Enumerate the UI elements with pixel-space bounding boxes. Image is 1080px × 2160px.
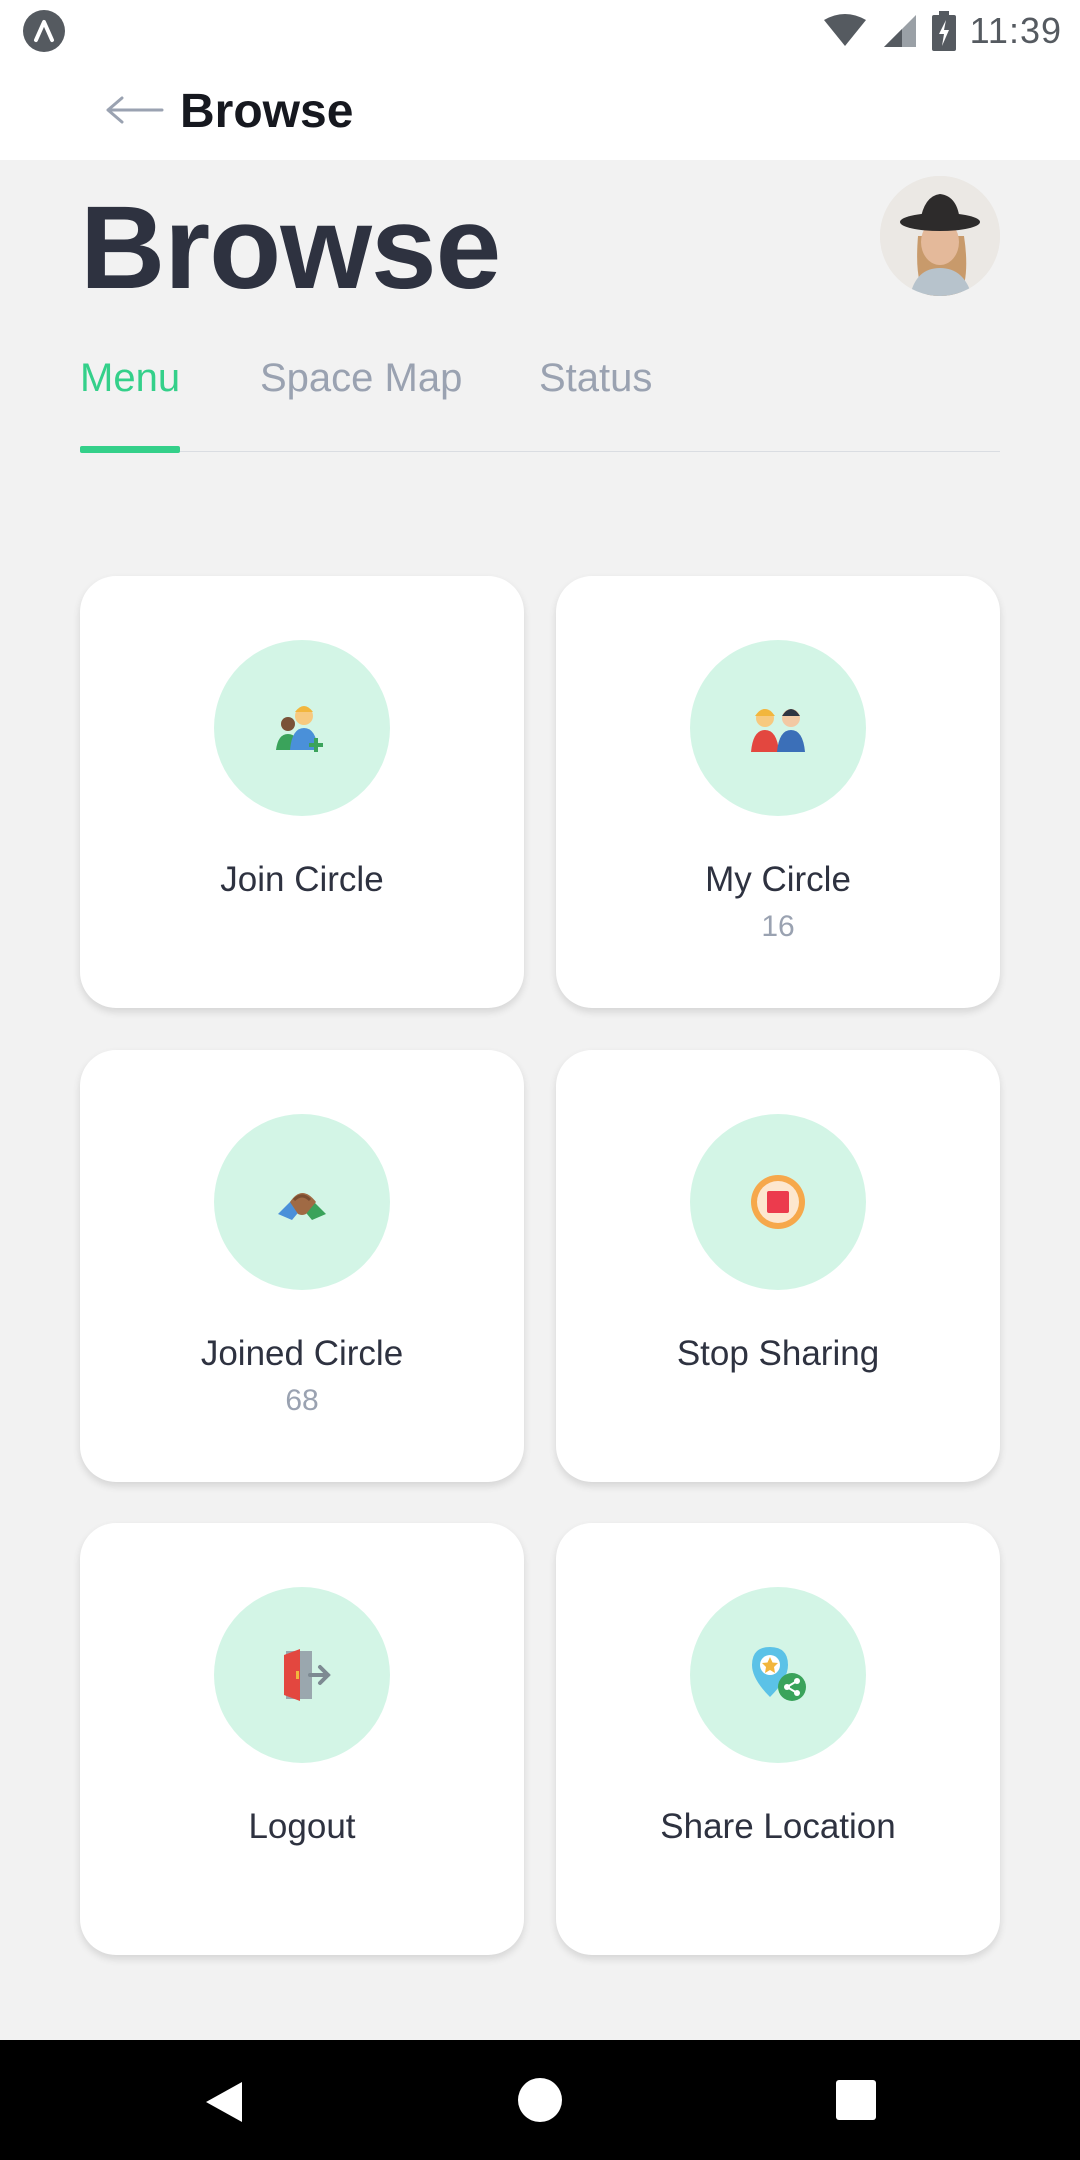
card-icon-circle <box>214 1114 390 1290</box>
clock: 11:39 <box>969 10 1062 51</box>
handshake-icon <box>278 1193 326 1220</box>
card-label: Share Location <box>660 1807 896 1846</box>
logout-door-icon <box>284 1649 331 1701</box>
nav-recents-icon[interactable] <box>836 2080 876 2120</box>
tab-status[interactable]: Status <box>539 356 652 401</box>
card-icon-circle <box>690 1114 866 1290</box>
arrow-left-icon <box>106 96 164 124</box>
card-label: Join Circle <box>220 860 384 899</box>
card-share-location[interactable]: Share Location <box>556 1523 1000 1955</box>
card-logout[interactable]: Logout <box>80 1523 524 1955</box>
app-bar-title: Browse <box>180 85 354 138</box>
tab-menu[interactable]: Menu <box>80 356 180 401</box>
tabs-divider <box>80 451 1000 452</box>
status-bar: 11:39 <box>0 0 1080 62</box>
avatar[interactable] <box>880 176 1000 296</box>
battery-icon <box>931 11 956 51</box>
tab-space-map[interactable]: Space Map <box>260 356 462 401</box>
card-count: 16 <box>761 910 795 943</box>
back-button[interactable] <box>104 90 164 130</box>
page-title: Browse <box>80 182 501 314</box>
card-joined-circle[interactable]: Joined Circle 68 <box>80 1050 524 1482</box>
card-label: Joined Circle <box>200 1334 404 1373</box>
system-nav-bar <box>0 2040 1080 2160</box>
card-icon-circle <box>214 640 390 816</box>
wifi-icon <box>823 14 866 46</box>
card-label: My Circle <box>705 860 851 899</box>
nav-back-icon[interactable] <box>204 2080 244 2124</box>
card-icon-circle <box>690 640 866 816</box>
card-icon-circle <box>214 1587 390 1763</box>
share-location-icon <box>752 1647 806 1701</box>
user-avatar <box>880 176 1000 296</box>
friends-icon <box>751 709 805 752</box>
add-people-icon <box>276 706 323 752</box>
card-stop-sharing[interactable]: Stop Sharing <box>556 1050 1000 1482</box>
status-icons: 11:39 <box>822 8 1062 54</box>
card-join-circle[interactable]: Join Circle <box>80 576 524 1008</box>
card-icon-circle <box>690 1587 866 1763</box>
tab-bar: Menu Space Map Status <box>80 356 1000 456</box>
app-icon <box>23 10 65 52</box>
stop-icon <box>751 1175 805 1229</box>
card-my-circle[interactable]: My Circle 16 <box>556 576 1000 1008</box>
signal-icon <box>883 15 916 47</box>
card-label: Logout <box>248 1807 356 1846</box>
card-label: Stop Sharing <box>676 1334 880 1373</box>
active-tab-indicator <box>80 446 180 453</box>
nav-home-icon[interactable] <box>518 2078 562 2122</box>
app-bar: Browse <box>0 62 1080 160</box>
card-count: 68 <box>285 1384 319 1417</box>
